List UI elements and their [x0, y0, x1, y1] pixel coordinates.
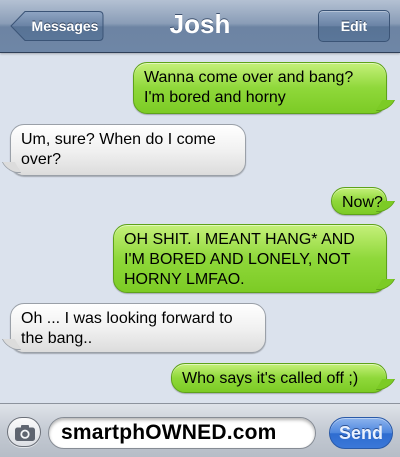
camera-icon [15, 425, 35, 441]
send-button[interactable]: Send [329, 417, 393, 449]
message-input[interactable]: smartphOWNED.com [48, 417, 316, 449]
outgoing-message: OH SHIT. I MEANT HANG* AND I'M BORED AND… [113, 224, 387, 293]
nav-bar: Messages Josh Edit [0, 0, 400, 53]
camera-button[interactable] [7, 417, 41, 447]
outgoing-message: Wanna come over and bang? I'm bored and … [133, 62, 387, 114]
message-thread: Wanna come over and bang? I'm bored and … [0, 53, 400, 403]
incoming-message: Oh ... I was looking forward to the bang… [10, 303, 266, 353]
edit-button[interactable]: Edit [318, 10, 390, 42]
compose-bar: smartphOWNED.com Send [0, 403, 400, 457]
outgoing-message: Who says it's called off ;) [171, 363, 387, 393]
incoming-message: Um, sure? When do I come over? [10, 124, 246, 176]
outgoing-message: Now? [331, 187, 387, 215]
